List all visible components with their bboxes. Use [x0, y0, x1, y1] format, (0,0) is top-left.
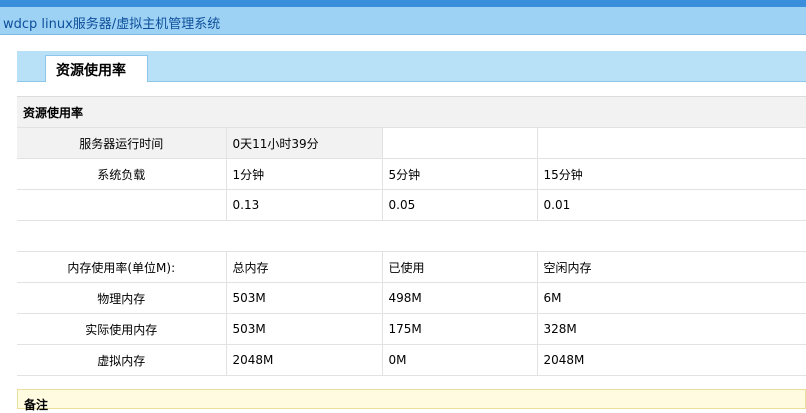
physical-memory-used: 498M: [382, 282, 538, 314]
virtual-memory-used: 0M: [382, 344, 538, 376]
load-header-15min: 15分钟: [537, 158, 806, 190]
virtual-memory-total: 2048M: [226, 344, 383, 376]
title-bar: wdcp linux服务器/虚拟主机管理系统: [0, 7, 806, 35]
tab-label: 资源使用率: [56, 63, 126, 79]
table-row: 实际使用内存 503M 175M 328M: [17, 313, 806, 345]
load-label: 系统负载: [17, 158, 227, 190]
note-box: 备注: [17, 389, 806, 412]
actual-memory-total: 503M: [226, 313, 383, 345]
table-row: 物理内存 503M 498M 6M: [17, 282, 806, 314]
memory-header-used: 已使用: [382, 251, 538, 283]
load-header-5min: 5分钟: [382, 158, 538, 190]
load-values-row: 0.13 0.05 0.01: [17, 189, 806, 221]
spacer-row: [17, 220, 806, 252]
virtual-memory-free: 2048M: [537, 344, 806, 376]
uptime-row: 服务器运行时间 0天11小时39分: [17, 127, 806, 159]
empty-cell: [382, 127, 538, 159]
empty-cell: [17, 220, 806, 252]
memory-header-row: 内存使用率(单位M): 总内存 已使用 空闲内存: [17, 251, 806, 283]
memory-label: 内存使用率(单位M):: [17, 251, 227, 283]
load-header-1min: 1分钟: [226, 158, 383, 190]
top-strip: [0, 0, 806, 7]
memory-header-free: 空闲内存: [537, 251, 806, 283]
virtual-memory-label: 虚拟内存: [17, 344, 227, 376]
section-title: 资源使用率: [17, 96, 806, 128]
physical-memory-free: 6M: [537, 282, 806, 314]
empty-cell: [17, 189, 227, 221]
load-value-15min: 0.01: [537, 189, 806, 221]
memory-header-total: 总内存: [226, 251, 383, 283]
tab-resource-usage[interactable]: 资源使用率: [45, 55, 148, 82]
section-header-row: 资源使用率: [17, 96, 806, 128]
physical-memory-total: 503M: [226, 282, 383, 314]
note-label: 备注: [24, 398, 49, 412]
load-header-row: 系统负载 1分钟 5分钟 15分钟: [17, 158, 806, 190]
actual-memory-free: 328M: [537, 313, 806, 345]
load-value-1min: 0.13: [226, 189, 383, 221]
actual-memory-used: 175M: [382, 313, 538, 345]
tab-bar: 资源使用率: [17, 51, 806, 82]
uptime-value: 0天11小时39分: [226, 127, 383, 159]
load-value-5min: 0.05: [382, 189, 538, 221]
actual-memory-label: 实际使用内存: [17, 313, 227, 345]
resource-table: 资源使用率 服务器运行时间 0天11小时39分 系统负载 1分钟 5分钟 15分…: [17, 96, 806, 376]
physical-memory-label: 物理内存: [17, 282, 227, 314]
app-title: wdcp linux服务器/虚拟主机管理系统: [3, 17, 221, 32]
empty-cell: [537, 127, 806, 159]
uptime-label: 服务器运行时间: [17, 127, 227, 159]
table-row: 虚拟内存 2048M 0M 2048M: [17, 344, 806, 376]
